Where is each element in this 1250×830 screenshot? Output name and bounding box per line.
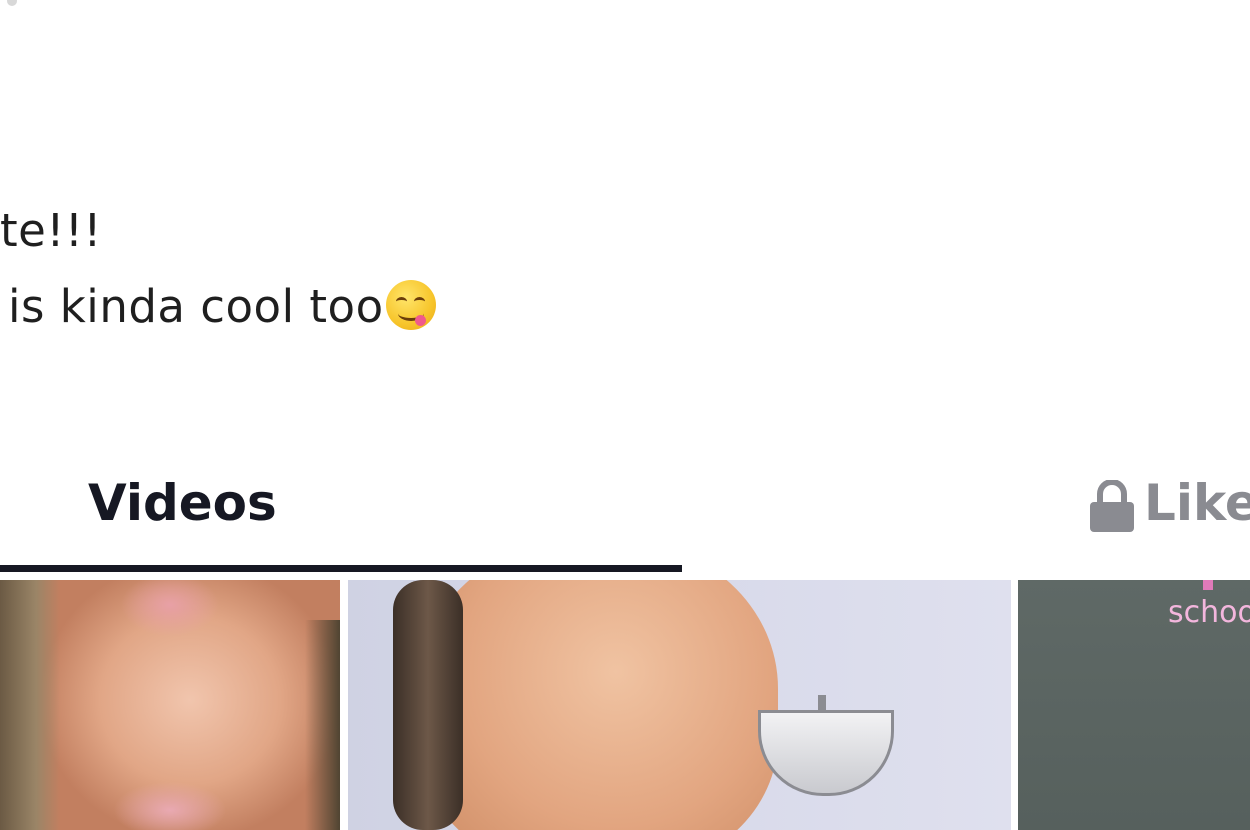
profile-tabs: Videos Like bbox=[0, 460, 1250, 575]
profile-bio-line-1: te!!! bbox=[0, 208, 102, 253]
bio-text-2: is kinda cool too bbox=[8, 280, 384, 333]
video-thumbnail-2[interactable] bbox=[348, 580, 1011, 830]
video-grid: schoo bbox=[0, 580, 1250, 830]
top-edge-glyph bbox=[7, 0, 17, 6]
bio-text-1: te!!! bbox=[0, 204, 102, 257]
lock-icon bbox=[1090, 480, 1134, 532]
tab-liked[interactable]: Like bbox=[1088, 460, 1250, 572]
face-savoring-food-emoji-icon bbox=[385, 280, 436, 330]
tab-videos[interactable]: Videos bbox=[0, 460, 682, 572]
thumbnail-overlay-text: schoo bbox=[1168, 595, 1250, 630]
video-thumbnail-1[interactable] bbox=[0, 580, 340, 830]
tab-liked-label: Like bbox=[1144, 474, 1250, 532]
video-thumbnail-3[interactable]: schoo bbox=[1018, 580, 1250, 830]
active-tab-indicator bbox=[0, 565, 682, 572]
tab-videos-label: Videos bbox=[88, 474, 277, 532]
profile-bio-line-2: is kinda cool too bbox=[8, 280, 436, 330]
